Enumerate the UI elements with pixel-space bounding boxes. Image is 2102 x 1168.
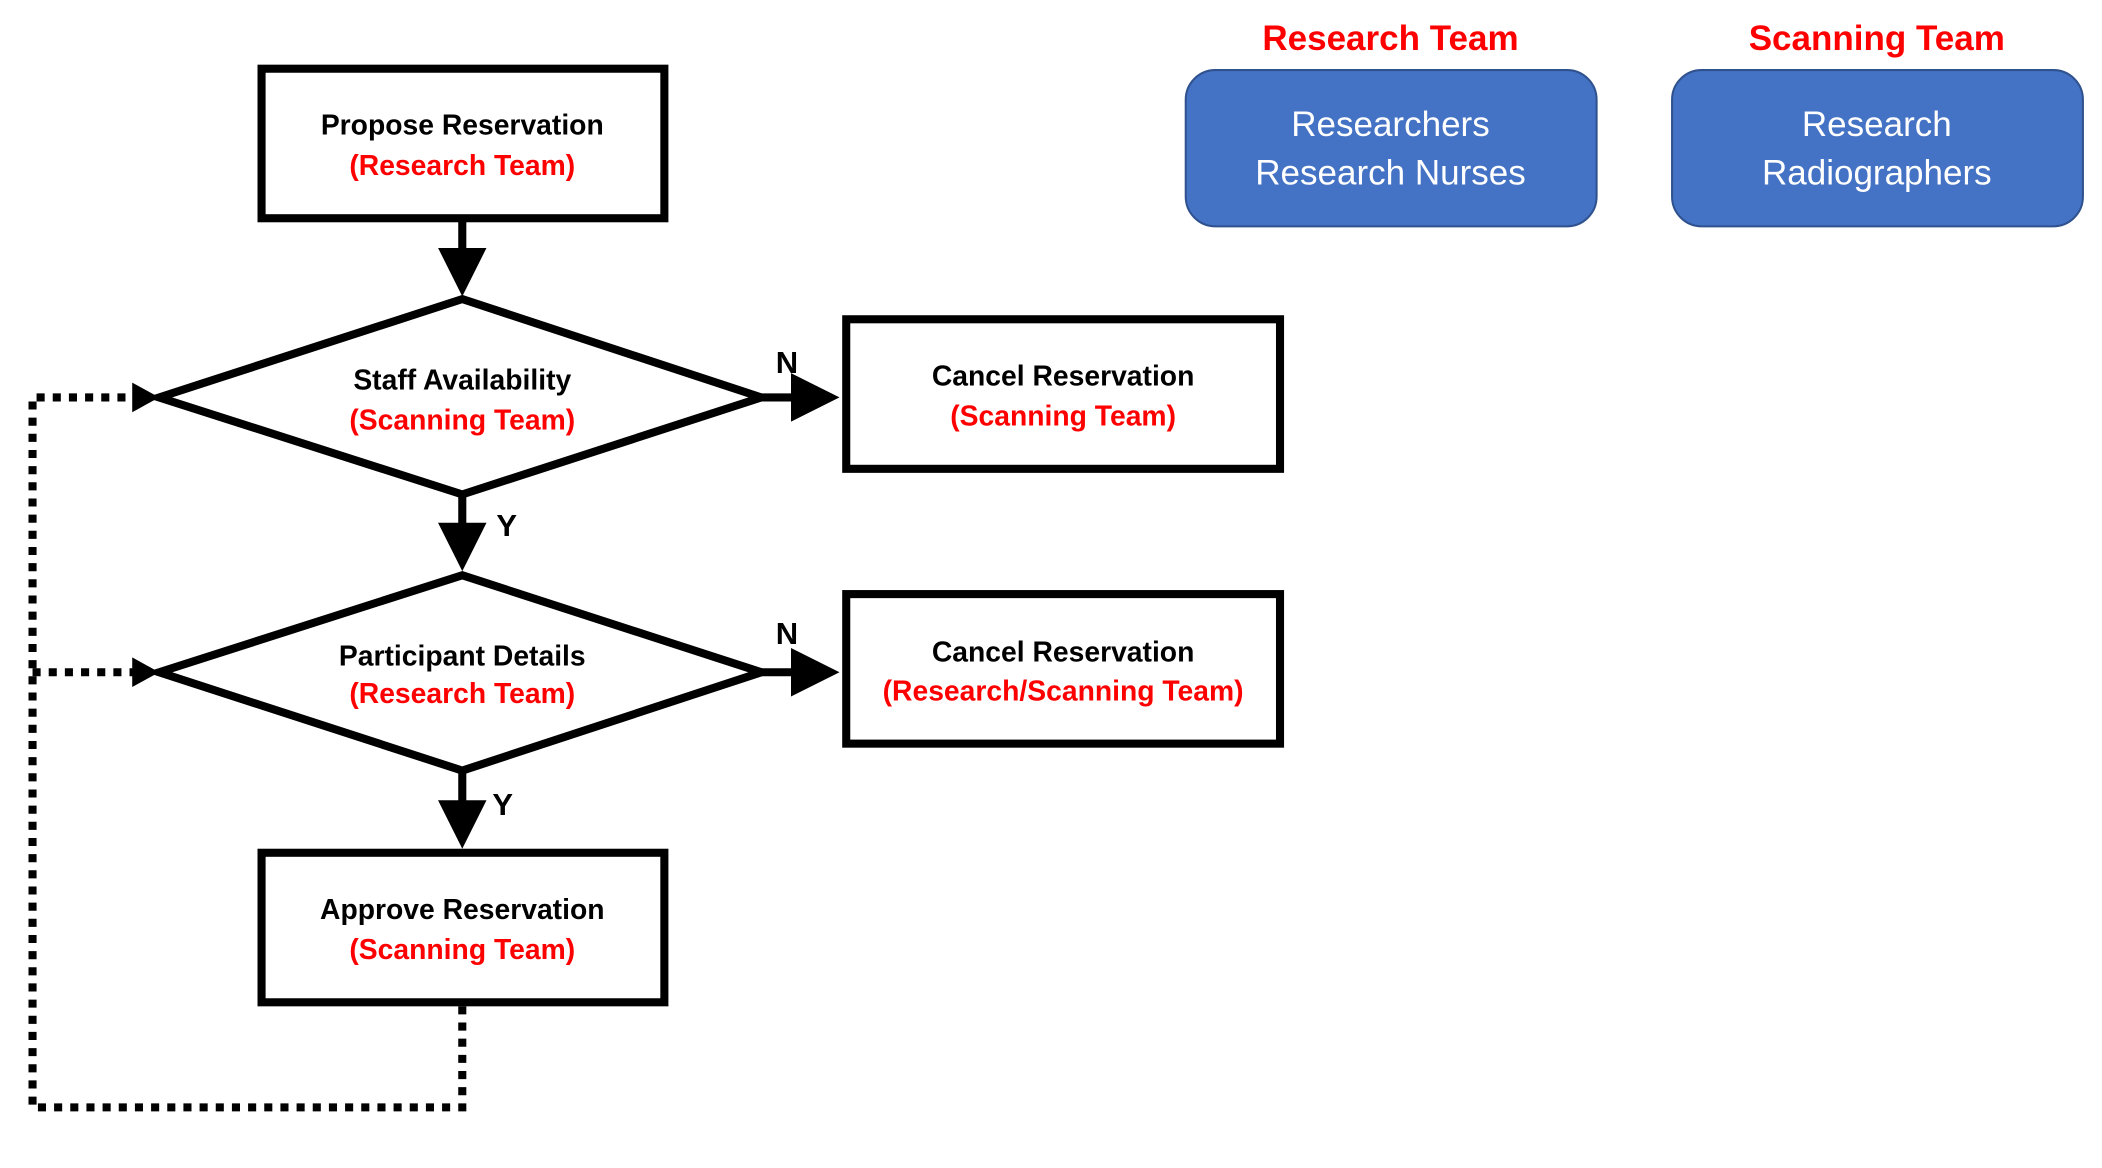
cancel1-title: Cancel Reservation: [932, 359, 1195, 391]
loop-arrowhead-staff: [132, 382, 160, 413]
participant-no-label: N: [776, 616, 798, 651]
propose-reservation-box: Propose Reservation (Research Team): [257, 64, 669, 223]
approve-team: (Scanning Team): [349, 933, 575, 965]
staff-no-label: N: [776, 345, 798, 380]
legend-research-heading: Research Team: [1262, 19, 1518, 58]
cancel1-team: (Scanning Team): [950, 400, 1176, 432]
legend-research-team: Research Team Researchers Research Nurse…: [1184, 19, 1598, 228]
legend-scanning-line1: Research: [1802, 105, 1952, 144]
cancel-reservation-box-2: Cancel Reservation (Research/Scanning Te…: [842, 590, 1285, 748]
staff-title: Staff Availability: [353, 363, 571, 395]
participant-yes-label: Y: [492, 787, 513, 822]
legend-scanning-heading: Scanning Team: [1749, 19, 2005, 58]
cancel-reservation-box-1: Cancel Reservation (Scanning Team): [842, 315, 1285, 473]
staff-team: (Scanning Team): [349, 404, 575, 436]
participant-title: Participant Details: [339, 640, 586, 672]
legend-research-line2: Research Nurses: [1255, 154, 1526, 193]
propose-title: Propose Reservation: [321, 109, 604, 141]
legend-research-line1: Researchers: [1291, 105, 1490, 144]
flowchart: Propose Reservation (Research Team) Staf…: [28, 19, 2084, 1112]
participant-team: (Research Team): [349, 677, 575, 709]
staff-availability-decision: Staff Availability (Scanning Team): [145, 294, 775, 499]
approve-reservation-box: Approve Reservation (Scanning Team): [257, 848, 669, 1007]
legend-scanning-team: Scanning Team Research Radiographers: [1671, 19, 2084, 228]
legend-scanning-line2: Radiographers: [1762, 154, 1992, 193]
staff-yes-label: Y: [496, 508, 517, 543]
approve-title: Approve Reservation: [320, 893, 604, 925]
participant-details-decision: Participant Details (Research Team): [145, 570, 775, 775]
loop-arrowhead-participant: [132, 657, 160, 688]
cancel2-title: Cancel Reservation: [932, 635, 1195, 667]
cancel2-team: (Research/Scanning Team): [883, 675, 1244, 707]
propose-team: (Research Team): [349, 149, 575, 181]
